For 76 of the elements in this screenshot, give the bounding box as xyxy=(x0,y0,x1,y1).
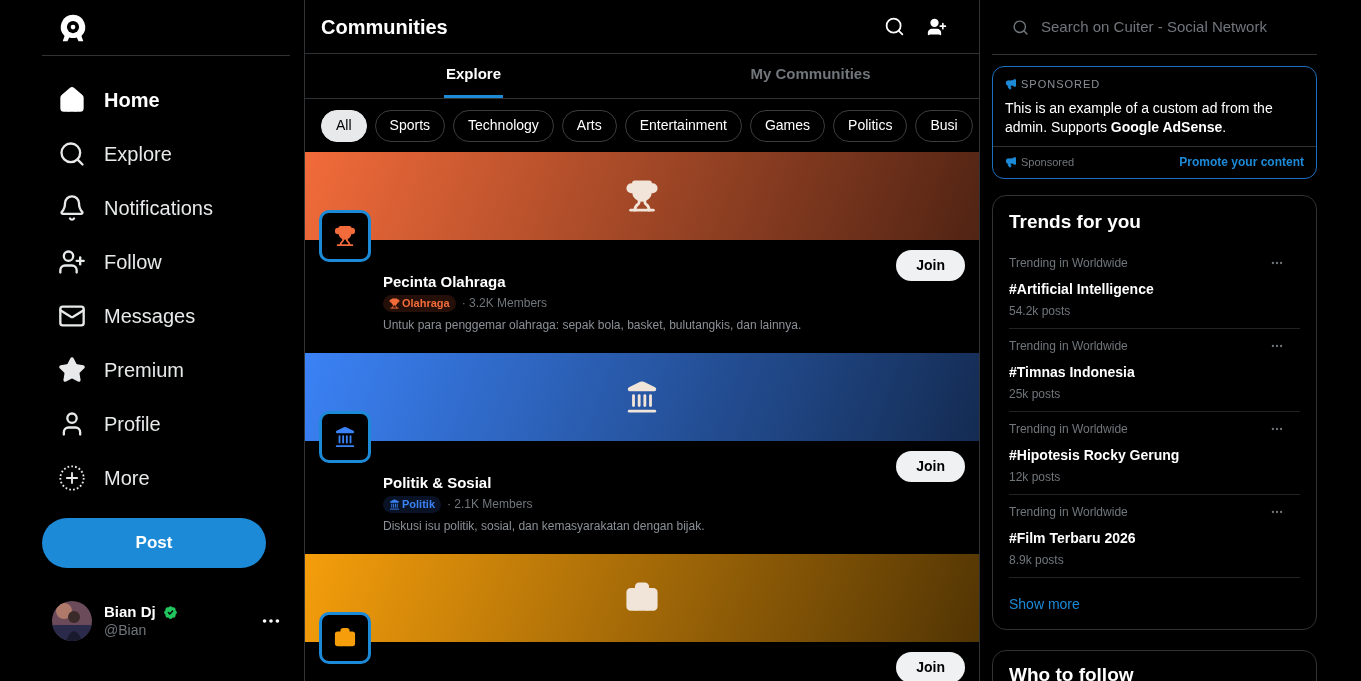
building-icon xyxy=(334,426,356,448)
building-icon xyxy=(625,380,659,414)
category-tag: Politik xyxy=(383,495,441,513)
trophy-icon xyxy=(334,225,356,247)
category-chip[interactable]: Games xyxy=(749,109,826,142)
user-plus-icon[interactable] xyxy=(927,16,947,37)
tab[interactable]: Explore xyxy=(444,54,503,98)
category-chip[interactable]: All xyxy=(321,109,367,142)
trend-context: Trending in Worldwide xyxy=(1009,504,1128,521)
trend-item[interactable]: Trending in Worldwide #Artificial Intelligence 54.2k posts xyxy=(1009,246,1300,329)
category-chip[interactable]: Politics xyxy=(833,109,908,142)
category-chip[interactable]: Sports xyxy=(374,109,446,142)
search-icon xyxy=(1012,18,1029,36)
post-button[interactable]: Post xyxy=(42,518,266,568)
trend-item[interactable]: Trending in Worldwide #Timnas Indonesia 25k posts xyxy=(1009,329,1300,412)
trend-topic: #Timnas Indonesia xyxy=(1009,363,1135,382)
member-count: · 2.1K Members xyxy=(447,496,533,513)
join-button[interactable]: Join xyxy=(896,652,965,681)
join-button[interactable]: Join xyxy=(896,451,965,482)
member-count: · 3.2K Members xyxy=(461,295,548,312)
user-plus-icon xyxy=(58,248,86,276)
nav-item[interactable]: Home xyxy=(42,73,290,127)
search-field[interactable]: Search on Cuiter - Social Network xyxy=(1041,15,1317,39)
briefcase-icon xyxy=(334,627,356,649)
bell-icon xyxy=(58,194,86,222)
ad-text: This is an example of a custom ad from the admin. Supports Google AdSense. xyxy=(1005,98,1274,137)
building-icon xyxy=(389,498,400,510)
user-name: Bian Dj xyxy=(104,602,156,622)
trend-topic: #Hipotesis Rocky Gerung xyxy=(1009,446,1180,465)
page-title: Communities xyxy=(321,14,448,40)
community-description: Untuk para penggemar olahraga: sepak bola, basket, bulutangkis, dan lainnya. xyxy=(383,317,803,334)
community-name: Pecinta Olahraga xyxy=(383,272,507,292)
user-handle: @Bian xyxy=(104,621,148,640)
nav-item[interactable]: Explore xyxy=(42,127,290,181)
megaphone-icon xyxy=(1005,78,1017,91)
trend-context: Trending in Worldwide xyxy=(1009,421,1128,438)
trends-title: Trends for you xyxy=(1009,209,1142,234)
trophy-icon xyxy=(389,297,400,309)
nav-item[interactable]: Profile xyxy=(42,397,290,451)
community-name: Politik & Sosial xyxy=(383,473,493,493)
trophy-icon xyxy=(625,179,659,213)
nav-item[interactable]: Follow xyxy=(42,235,290,289)
trend-context: Trending in Worldwide xyxy=(1009,338,1128,355)
post-count: 54.2k posts xyxy=(1009,303,1071,320)
category-chip[interactable]: Technology xyxy=(453,109,554,142)
trend-topic: #Artificial Intelligence xyxy=(1009,280,1154,299)
search-icon xyxy=(58,140,86,168)
follow-title: Who to follow xyxy=(1009,663,1135,681)
plus-circle-icon xyxy=(58,464,86,492)
home-icon xyxy=(58,86,86,114)
join-button[interactable]: Join xyxy=(896,250,965,281)
promote-link[interactable]: Promote your content xyxy=(1179,153,1304,171)
post-count: 8.9k posts xyxy=(1009,552,1064,569)
star-icon xyxy=(58,356,86,384)
trend-item[interactable]: Trending in Worldwide #Film Terbaru 2026 8.9k posts xyxy=(1009,495,1300,578)
trend-item[interactable]: Trending in Worldwide #Hipotesis Rocky Gerung 12k posts xyxy=(1009,412,1300,495)
megaphone-icon xyxy=(1005,156,1017,168)
tab[interactable]: My Communities xyxy=(748,54,873,98)
trend-topic: #Film Terbaru 2026 xyxy=(1009,529,1136,548)
category-chip[interactable]: Arts xyxy=(561,109,617,142)
show-more-link[interactable]: Show more xyxy=(1009,594,1300,615)
nav-item[interactable]: Notifications xyxy=(42,181,290,235)
nav-item[interactable]: More xyxy=(42,451,290,505)
post-count: 12k posts xyxy=(1009,469,1061,486)
sponsored-label: Sponsored xyxy=(1021,154,1075,170)
logo-icon[interactable] xyxy=(58,12,88,43)
nav-item[interactable]: Messages xyxy=(42,289,290,343)
category-chip[interactable]: Busi xyxy=(915,109,973,142)
category-tag: Olahraga xyxy=(383,294,456,312)
ad-label: SPONSORED xyxy=(1021,77,1101,92)
search-icon[interactable] xyxy=(884,16,905,37)
category-chip[interactable]: Entertainment xyxy=(624,109,742,142)
community-description: Diskusi isu politik, sosial, dan kemasyarakatan dengan bijak. xyxy=(383,518,706,535)
trend-context: Trending in Worldwide xyxy=(1009,255,1128,272)
nav-item[interactable]: Premium xyxy=(42,343,290,397)
post-count: 25k posts xyxy=(1009,386,1061,403)
